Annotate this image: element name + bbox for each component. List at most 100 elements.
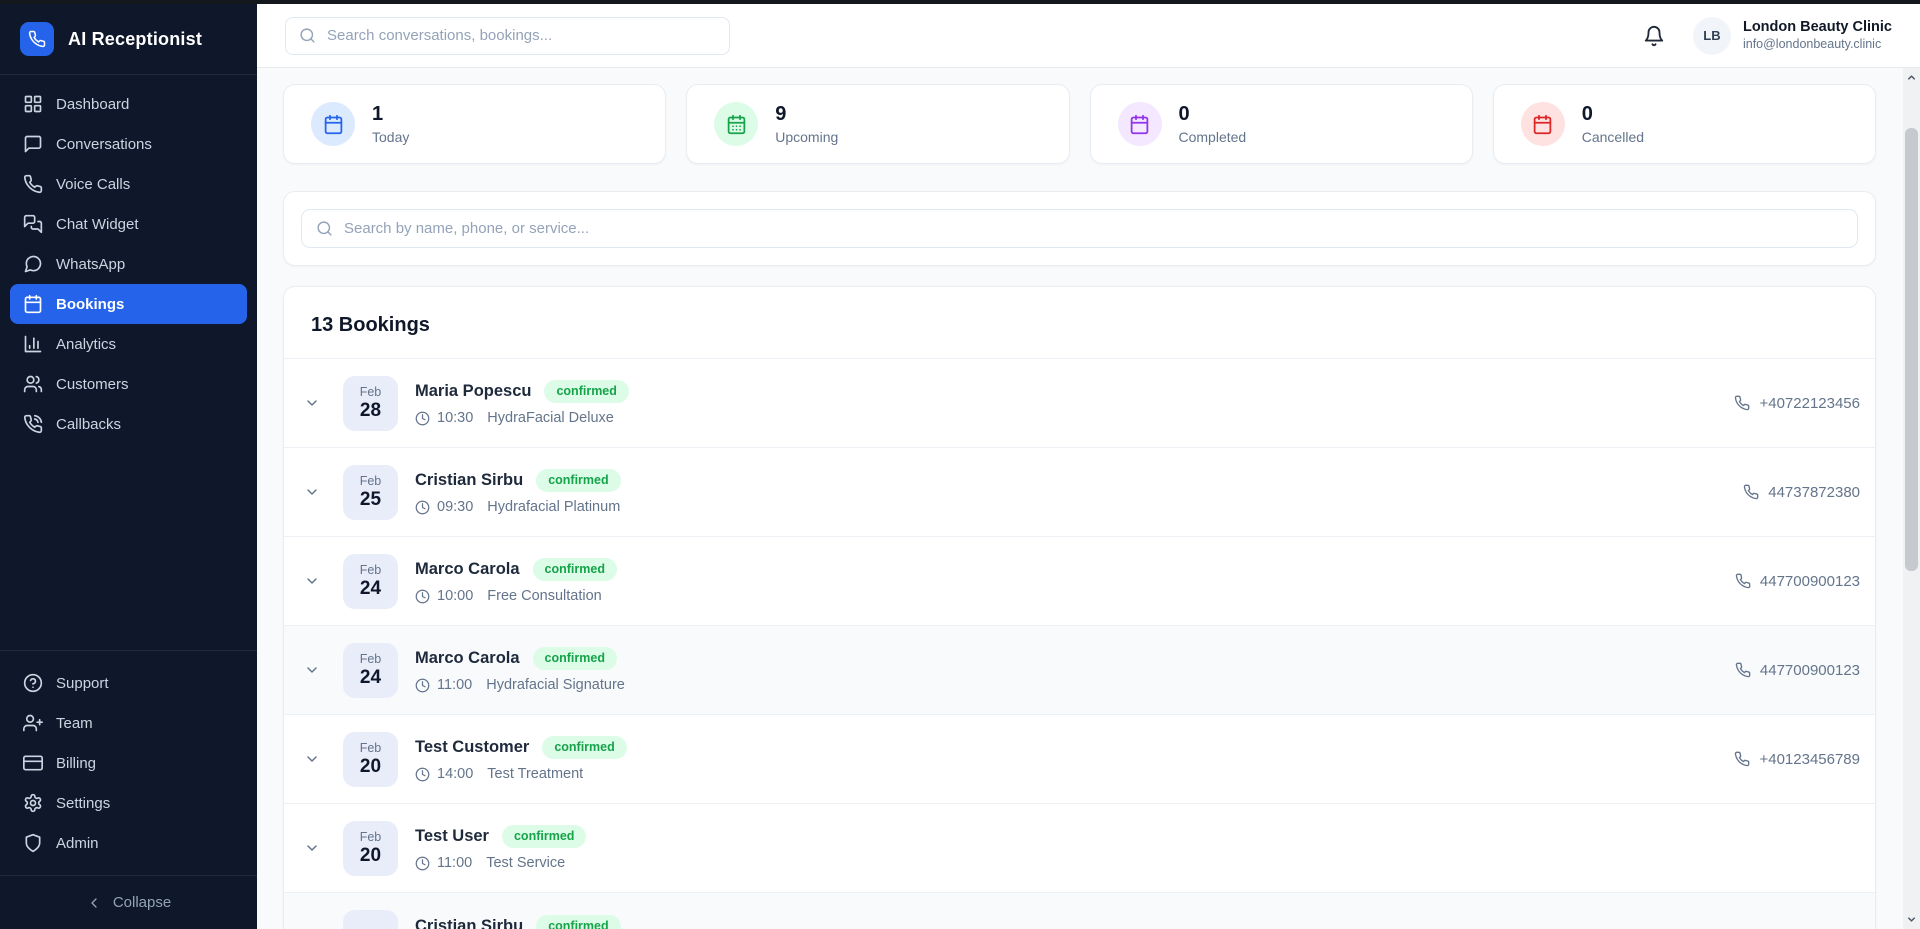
booking-day: 25 [360,489,381,511]
chat-widget-icon [23,214,43,234]
top-header: LB London Beauty Clinic info@londonbeaut… [257,0,1920,68]
status-badge: confirmed [542,736,626,759]
admin-icon [23,833,43,853]
global-search-input[interactable] [327,27,716,44]
sidebar-item-settings[interactable]: Settings [10,783,247,823]
booking-day: 24 [360,667,381,689]
phone-number: 447700900123 [1760,662,1860,679]
booking-row[interactable]: Feb Cristian Sirbu confirmed [284,892,1875,929]
sidebar-item-team[interactable]: Team [10,703,247,743]
main-area: LB London Beauty Clinic info@londonbeaut… [257,0,1920,929]
scrollbar[interactable] [1903,68,1920,929]
sidebar-item-whatsapp[interactable]: WhatsApp [10,244,247,284]
expand-row-button[interactable] [304,484,334,500]
status-badge: confirmed [544,380,628,403]
sidebar-item-callbacks[interactable]: Callbacks [10,404,247,444]
bookings-card: 13 Bookings Feb 28 Maria Popescu confirm… [283,286,1876,929]
sidebar-item-label: Settings [56,795,110,812]
booking-month: Feb [360,473,382,489]
sidebar: AI Receptionist Dashboard Conversations … [0,0,257,929]
sidebar-item-label: Dashboard [56,96,129,113]
stat-label: Upcoming [775,129,838,145]
booking-month: Feb [360,384,382,400]
booking-sub: 11:00 Hydrafacial Signature [415,677,1735,693]
customer-name: Cristian Sirbu [415,917,523,929]
stat-card-cancelled: 0 Cancelled [1493,84,1876,164]
header-right: LB London Beauty Clinic info@londonbeaut… [1643,17,1892,55]
expand-row-button[interactable] [304,573,334,589]
clock-icon [415,767,437,782]
booking-row[interactable]: Feb 24 Marco Carola confirmed 11:00 Hydr… [284,625,1875,714]
sidebar-item-label: Callbacks [56,416,121,433]
booking-service: Test Service [486,855,565,871]
phone-icon [1734,395,1750,411]
status-badge: confirmed [536,469,620,492]
account-menu[interactable]: LB London Beauty Clinic info@londonbeaut… [1693,17,1892,55]
booking-row[interactable]: Feb 20 Test User confirmed 11:00 Test Se… [284,803,1875,892]
sidebar-item-voice-calls[interactable]: Voice Calls [10,164,247,204]
clock-icon [415,500,437,515]
sidebar-item-support[interactable]: Support [10,663,247,703]
notifications-button[interactable] [1643,25,1665,47]
sidebar-item-customers[interactable]: Customers [10,364,247,404]
expand-row-button[interactable] [304,840,334,856]
search-icon [299,27,316,44]
booking-phone: +40123456789 [1734,751,1860,768]
phone-icon [1735,573,1751,589]
voice-calls-icon [23,174,43,194]
expand-row-button[interactable] [304,662,334,678]
booking-row[interactable]: Feb 24 Marco Carola confirmed 10:00 Free… [284,536,1875,625]
whatsapp-icon [23,254,43,274]
phone-number: +40722123456 [1759,395,1860,412]
booking-time: 11:00 [437,855,472,871]
scroll-up-arrow-icon[interactable] [1903,69,1920,86]
stat-value: 0 [1179,103,1247,126]
sidebar-item-dashboard[interactable]: Dashboard [10,84,247,124]
booking-month: Feb [360,651,382,667]
booking-day: 20 [360,756,381,778]
booking-date: Feb 28 [343,376,398,431]
sidebar-item-chat-widget[interactable]: Chat Widget [10,204,247,244]
sidebar-item-analytics[interactable]: Analytics [10,324,247,364]
scrollbar-thumb[interactable] [1905,128,1918,571]
stat-value: 9 [775,103,838,126]
booking-details: Cristian Sirbu confirmed [415,915,1835,929]
booking-month: Feb [360,829,382,845]
customer-name: Marco Carola [415,560,520,579]
expand-row-button[interactable] [304,395,334,411]
calendar-icon [1118,102,1162,146]
bookings-search [301,209,1858,248]
sidebar-item-label: WhatsApp [56,256,125,273]
clock-icon [415,411,437,426]
status-badge: confirmed [533,558,617,581]
expand-row-button[interactable] [304,751,334,767]
support-icon [23,673,43,693]
booking-row[interactable]: Feb 28 Maria Popescu confirmed 10:30 Hyd… [284,358,1875,447]
sidebar-item-label: Analytics [56,336,116,353]
scroll-down-arrow-icon[interactable] [1903,911,1920,928]
booking-service: HydraFacial Deluxe [487,410,614,426]
phone-icon [1734,751,1750,767]
global-search [285,17,730,55]
analytics-icon [23,334,43,354]
booking-row[interactable]: Feb 25 Cristian Sirbu confirmed 09:30 Hy… [284,447,1875,536]
clock-icon [415,589,437,604]
sidebar-secondary-nav: Support Team Billing Settings Admin [0,650,257,875]
sidebar-item-billing[interactable]: Billing [10,743,247,783]
chevron-down-icon [304,662,320,678]
sidebar-item-bookings[interactable]: Bookings [10,284,247,324]
booking-row[interactable]: Feb 20 Test Customer confirmed 14:00 Tes… [284,714,1875,803]
sidebar-item-admin[interactable]: Admin [10,823,247,863]
sidebar-item-label: Conversations [56,136,152,153]
customers-icon [23,374,43,394]
booking-sub: 09:30 Hydrafacial Platinum [415,499,1743,515]
chevron-down-icon [304,751,320,767]
stat-label: Cancelled [1582,129,1644,145]
booking-phone: 447700900123 [1735,573,1860,590]
sidebar-item-label: Billing [56,755,96,772]
stat-card-completed: 0 Completed [1090,84,1473,164]
sidebar-item-conversations[interactable]: Conversations [10,124,247,164]
bookings-search-input[interactable] [344,220,1843,237]
sidebar-collapse-button[interactable]: Collapse [0,875,257,929]
booking-time: 10:00 [437,588,473,604]
